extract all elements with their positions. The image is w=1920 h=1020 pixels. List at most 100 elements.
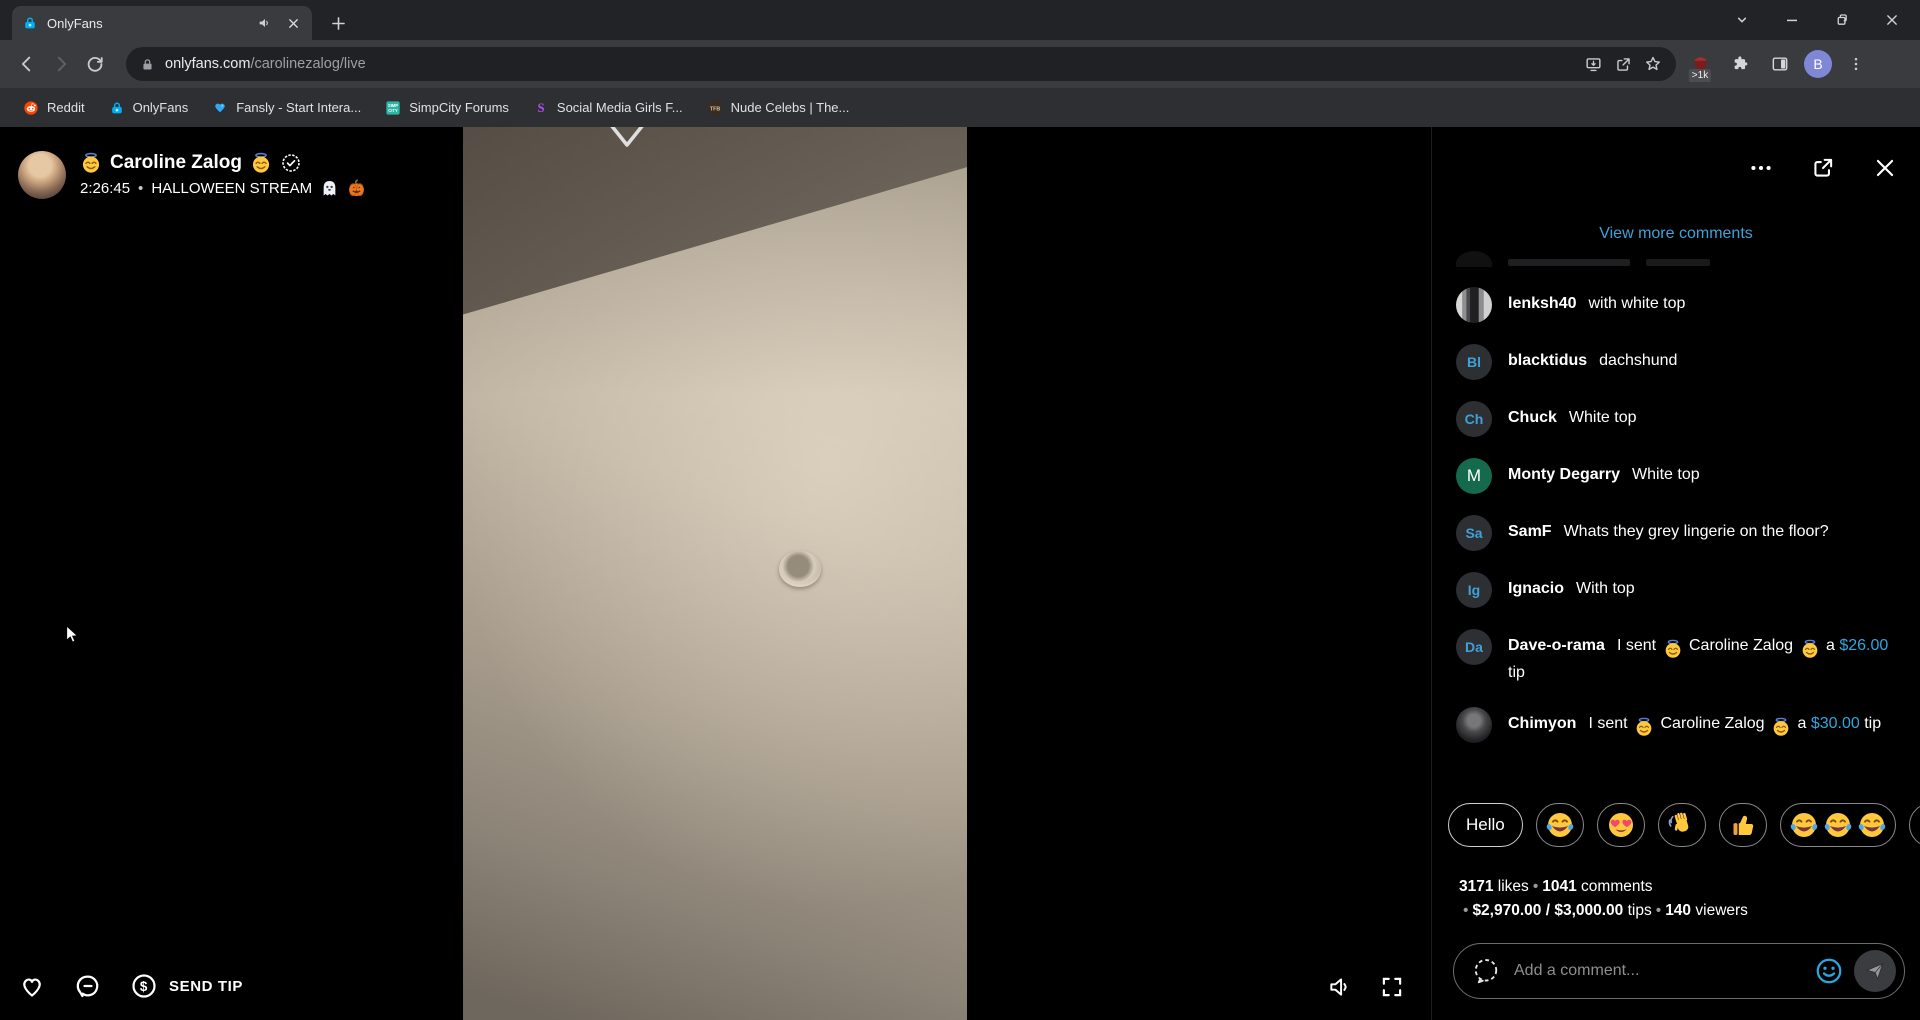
commenter-name: SamF (1508, 523, 1552, 540)
browser-toolbar: onlyfans.com/carolinezalog/live >1k B (0, 40, 1920, 88)
tip-amount: $30.00 (1811, 715, 1860, 732)
chip-joy[interactable] (1536, 803, 1584, 847)
bookmark-onlyfans[interactable]: OnlyFans (100, 95, 198, 121)
bookmark-label: OnlyFans (133, 100, 189, 115)
bookmark-label: Nude Celebs | The... (731, 100, 850, 115)
tab-close-icon[interactable] (285, 15, 302, 32)
bookmark-socialmediagirls[interactable]: S Social Media Girls F... (524, 95, 692, 121)
commenter-avatar[interactable] (1456, 287, 1492, 323)
commenter-name: blacktidus (1508, 352, 1587, 369)
commenter-avatar[interactable]: Ch (1456, 401, 1492, 437)
panel-more-options-icon[interactable] (1748, 155, 1774, 181)
tab-audio-icon[interactable] (257, 15, 273, 31)
collapse-chevron-icon[interactable] (603, 127, 651, 153)
stream-title: HALLOWEEN STREAM (151, 180, 312, 197)
fansly-icon (212, 100, 228, 116)
commenter-avatar[interactable] (1456, 707, 1492, 743)
chip-thumbs-up[interactable] (1719, 803, 1767, 847)
reload-button[interactable] (78, 47, 112, 81)
install-app-icon[interactable] (1578, 49, 1608, 79)
extensions-puzzle-icon[interactable] (1724, 47, 1756, 81)
stream-elapsed-time: 2:26:45 (80, 180, 130, 197)
joy-emoji (1545, 810, 1575, 840)
browser-profile-avatar[interactable]: B (1804, 50, 1832, 78)
joy-emoji (1857, 810, 1887, 840)
like-heart-icon[interactable] (18, 972, 46, 1000)
comment-text: White top (1632, 466, 1700, 483)
window-minimize-icon[interactable] (1782, 10, 1802, 30)
bookmark-simpcity[interactable]: SIMPCITY SimpCity Forums (376, 95, 518, 121)
video-door-handle (779, 551, 821, 587)
browser-tab[interactable]: OnlyFans (12, 6, 312, 40)
bookmark-star-icon[interactable] (1638, 49, 1668, 79)
browser-menu-kebab-icon[interactable] (1840, 47, 1872, 81)
pumpkin-emoji (347, 179, 366, 198)
comment-input[interactable] (1514, 962, 1814, 980)
bookmark-label: Fansly - Start Intera... (236, 100, 361, 115)
svg-text:S: S (537, 101, 544, 115)
window-restore-icon[interactable] (1832, 10, 1852, 30)
stream-stats: 3171 likes•1041 comments •$2,970.00 / $3… (1459, 875, 1906, 923)
streamer-avatar[interactable] (18, 151, 66, 199)
chip-triple-joy[interactable] (1780, 803, 1896, 847)
bookmark-reddit[interactable]: Reddit (14, 95, 94, 121)
bookmark-label: SimpCity Forums (409, 100, 509, 115)
commenter-name: lenksh40 (1508, 295, 1576, 312)
panel-share-icon[interactable] (1810, 155, 1836, 181)
side-panel-icon[interactable] (1764, 47, 1796, 81)
view-more-comments-link[interactable]: View more comments (1432, 225, 1920, 243)
comment-row: Sa SamF Whats they grey lingerie on the f… (1456, 515, 1906, 551)
comment-text: Whats they grey lingerie on the floor? (1564, 523, 1829, 540)
commenter-avatar[interactable]: M (1456, 458, 1492, 494)
site-lock-icon[interactable] (140, 57, 155, 72)
comment-row: lenksh40 with white top (1456, 287, 1906, 323)
comment-row: Ig IgnacioWith top (1456, 572, 1906, 608)
chip-hello[interactable]: Hello (1448, 803, 1523, 847)
send-comment-button[interactable] (1854, 950, 1896, 992)
commenter-avatar[interactable]: Bl (1456, 344, 1492, 380)
chip-wave[interactable] (1658, 803, 1706, 847)
comments-list: lenksh40 with white top Bl blacktidus dach… (1456, 287, 1906, 743)
extension-badge: >1k (1689, 69, 1711, 82)
share-page-icon[interactable] (1608, 49, 1638, 79)
live-video[interactable] (463, 127, 967, 1020)
hide-comments-icon[interactable] (74, 972, 102, 1000)
comment-text: with white top (1588, 295, 1685, 312)
bookmark-fansly[interactable]: Fansly - Start Intera... (203, 95, 370, 121)
comment-row: Ch ChuckWhite top (1456, 401, 1906, 437)
halo-emoji (80, 152, 102, 174)
volume-icon[interactable] (1327, 974, 1353, 1000)
tfb-icon: TFB (707, 100, 723, 116)
halo-emoji (1634, 717, 1654, 737)
url-bar[interactable]: onlyfans.com/carolinezalog/live (126, 47, 1676, 81)
chip-double-heart-eyes[interactable] (1909, 803, 1920, 847)
heart-eyes-emoji (1606, 810, 1636, 840)
onlyfans-icon (109, 100, 125, 116)
stream-stage: Caroline Zalog 2:26:45 • HALLOWEEN STREA… (0, 127, 1431, 1020)
tab-search-chevron-icon[interactable] (1732, 10, 1752, 30)
commenter-avatar[interactable]: Da (1456, 629, 1492, 665)
panel-close-icon[interactable] (1872, 155, 1898, 181)
joy-emoji (1789, 810, 1819, 840)
bookmark-nudecelebs[interactable]: TFB Nude Celebs | The... (698, 95, 859, 121)
comment-row: Bl blacktidus dachshund (1456, 344, 1906, 380)
adblock-extension-icon[interactable]: >1k (1684, 47, 1716, 81)
halo-emoji (1663, 639, 1683, 659)
chip-heart-eyes[interactable] (1597, 803, 1645, 847)
window-close-icon[interactable] (1882, 10, 1902, 30)
fullscreen-icon[interactable] (1379, 974, 1405, 1000)
forward-button[interactable] (44, 47, 78, 81)
commenter-avatar[interactable]: Ig (1456, 572, 1492, 608)
svg-text:SIMP: SIMP (388, 103, 398, 108)
quick-reply-chips: Hello (1448, 800, 1920, 850)
commenter-avatar[interactable]: Sa (1456, 515, 1492, 551)
emoji-picker-icon[interactable] (1814, 956, 1844, 986)
back-button[interactable] (10, 47, 44, 81)
new-tab-button[interactable] (324, 9, 352, 37)
send-tip-button[interactable]: $ SEND TIP (130, 972, 243, 1000)
send-plane-icon (1864, 960, 1886, 982)
commenter-name: Chuck (1508, 409, 1557, 426)
comment-text: dachshund (1599, 352, 1677, 369)
tip-comment-row: Da Dave-o-ramaI sent Caroline Zalog a $2… (1456, 629, 1906, 686)
bookmark-label: Reddit (47, 100, 85, 115)
